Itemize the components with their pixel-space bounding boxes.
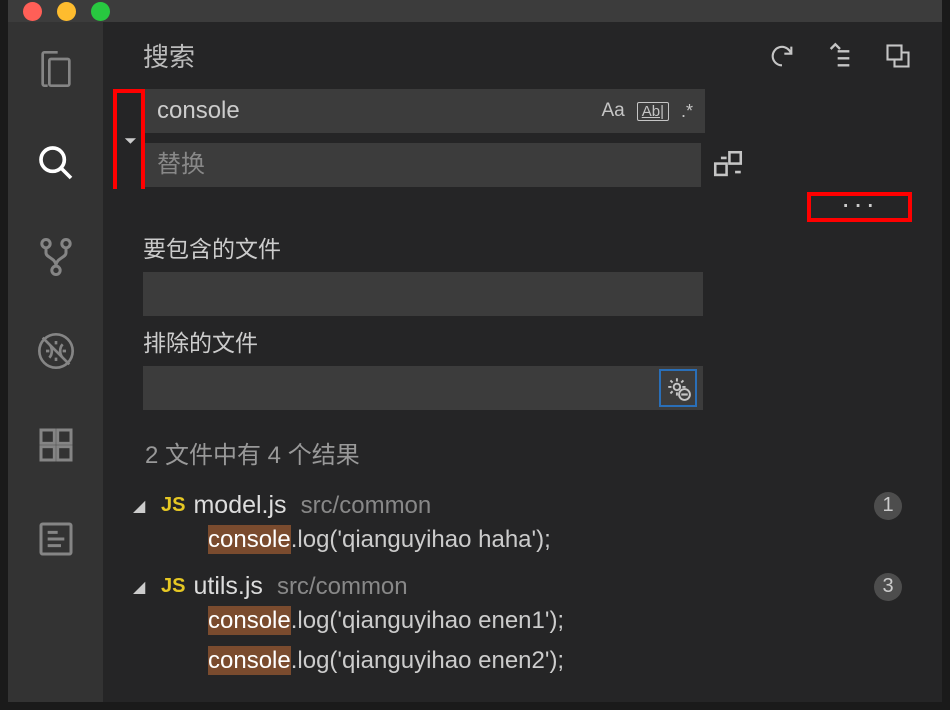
result-line[interactable]: console.log('qianguyihao enen1'); bbox=[133, 601, 932, 641]
regex-toggle[interactable]: .* bbox=[681, 101, 693, 122]
activity-bar bbox=[8, 22, 103, 702]
result-line[interactable]: console.log('qianguyihao enen2'); bbox=[133, 641, 932, 681]
editor-window: 搜索 bbox=[0, 0, 950, 710]
search-header: 搜索 bbox=[103, 37, 942, 89]
match-highlight: console bbox=[208, 606, 291, 635]
extensions-tab[interactable] bbox=[34, 423, 78, 467]
exclude-label: 排除的文件 bbox=[143, 324, 932, 358]
exclude-input[interactable] bbox=[143, 366, 703, 410]
match-highlight: console bbox=[208, 646, 291, 675]
file-path: src/common bbox=[277, 573, 408, 601]
outline-tab[interactable] bbox=[34, 517, 78, 561]
match-word-toggle[interactable]: Ab| bbox=[637, 102, 669, 121]
search-input[interactable] bbox=[145, 97, 601, 125]
header-actions bbox=[768, 42, 912, 70]
chevron-down-icon: ◢ bbox=[133, 496, 153, 516]
toggle-search-details-button[interactable]: ··· bbox=[807, 192, 912, 222]
include-input[interactable] bbox=[143, 272, 703, 316]
window-close-button[interactable] bbox=[23, 2, 42, 21]
panel-title: 搜索 bbox=[143, 37, 195, 74]
match-case-toggle[interactable]: Aa bbox=[601, 100, 624, 122]
results-summary: 2 文件中有 4 个结果 bbox=[103, 410, 942, 485]
toggle-replace-button[interactable] bbox=[113, 89, 145, 189]
explorer-tab[interactable] bbox=[34, 47, 78, 91]
exclude-section: 排除的文件 bbox=[103, 316, 942, 410]
js-file-icon: JS bbox=[161, 494, 185, 517]
source-control-tab[interactable] bbox=[34, 235, 78, 279]
window-maximize-button[interactable] bbox=[91, 2, 110, 21]
clear-icon[interactable] bbox=[826, 42, 854, 70]
results-list: ◢ JS model.js src/common 1 console.log('… bbox=[103, 485, 942, 687]
toggle-details-row: ··· bbox=[103, 192, 942, 222]
title-bar bbox=[8, 0, 942, 22]
debug-tab[interactable] bbox=[34, 329, 78, 373]
result-line[interactable]: console.log('qianguyihao haha'); bbox=[133, 520, 932, 560]
replace-row bbox=[145, 143, 745, 187]
include-section: 要包含的文件 bbox=[103, 222, 942, 316]
match-count-badge: 1 bbox=[874, 492, 902, 520]
match-count-badge: 3 bbox=[874, 573, 902, 601]
result-file: ◢ JS model.js src/common 1 console.log('… bbox=[103, 485, 942, 566]
search-form: Aa Ab| .* bbox=[103, 89, 942, 197]
use-exclude-settings-icon[interactable] bbox=[659, 369, 697, 407]
window-minimize-button[interactable] bbox=[57, 2, 76, 21]
chevron-down-icon: ◢ bbox=[133, 577, 153, 597]
search-tab[interactable] bbox=[34, 141, 78, 185]
file-name: model.js bbox=[193, 491, 286, 520]
file-name: utils.js bbox=[193, 572, 262, 601]
match-highlight: console bbox=[208, 525, 291, 554]
file-header[interactable]: ◢ JS utils.js src/common 3 bbox=[133, 572, 932, 601]
file-path: src/common bbox=[301, 492, 432, 520]
js-file-icon: JS bbox=[161, 575, 185, 598]
inputs-column: Aa Ab| .* bbox=[145, 89, 932, 189]
refresh-icon[interactable] bbox=[768, 42, 796, 70]
replace-input[interactable] bbox=[145, 151, 701, 179]
replace-all-icon[interactable] bbox=[711, 148, 745, 182]
result-file: ◢ JS utils.js src/common 3 console.log('… bbox=[103, 566, 942, 687]
collapse-all-icon[interactable] bbox=[884, 42, 912, 70]
workbench: 搜索 bbox=[8, 22, 942, 702]
file-header[interactable]: ◢ JS model.js src/common 1 bbox=[133, 491, 932, 520]
search-panel: 搜索 bbox=[103, 22, 942, 702]
search-replace-row: Aa Ab| .* bbox=[113, 89, 932, 189]
search-input-wrap: Aa Ab| .* bbox=[145, 89, 705, 133]
include-label: 要包含的文件 bbox=[143, 230, 932, 264]
